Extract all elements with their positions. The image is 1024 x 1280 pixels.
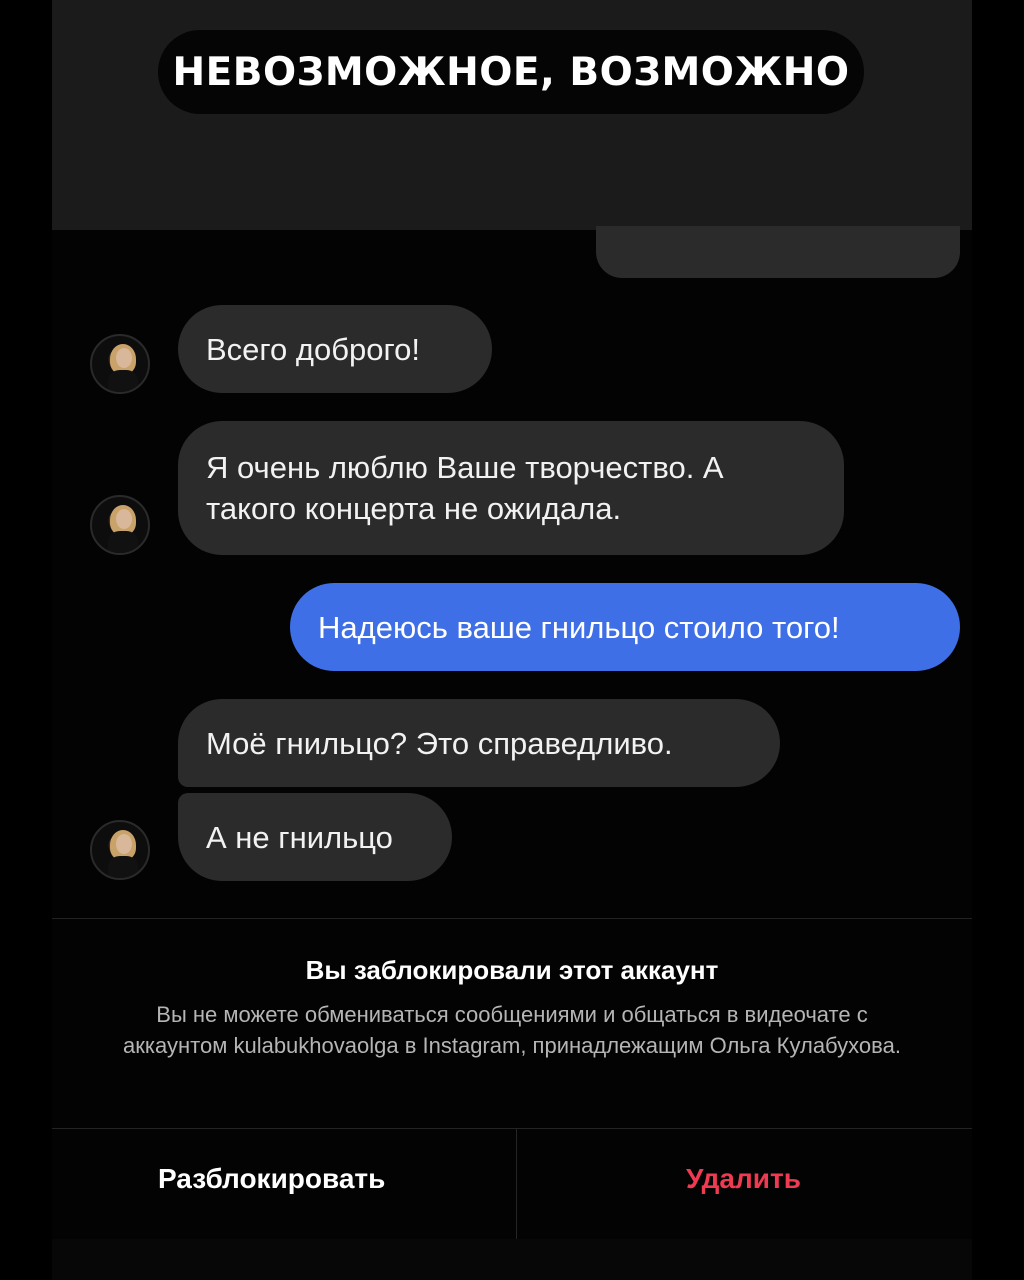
banner-title: НЕВОЗМОЖНОЕ, ВОЗМОЖНО: [158, 30, 864, 114]
contact-avatar[interactable]: [90, 334, 150, 394]
divider: [516, 1129, 517, 1239]
divider: [52, 1128, 972, 1129]
message-bubble-outgoing[interactable]: Надеюсь ваше гнильцо стоило того!: [290, 583, 960, 671]
contact-avatar[interactable]: [90, 495, 150, 555]
blocked-notice-title: Вы заблокировали этот аккаунт: [305, 955, 719, 985]
message-bubble-incoming[interactable]: Я очень люблю Ваше творчество. А такого …: [178, 421, 844, 555]
message-bubble-incoming[interactable]: Моё гнильцо? Это справедливо.: [178, 699, 780, 787]
unblock-button[interactable]: Разблокировать: [158, 1163, 385, 1195]
divider: [52, 918, 972, 919]
bottom-bar: [52, 1239, 972, 1280]
message-bubble-incoming[interactable]: Всего доброго!: [178, 305, 492, 393]
delete-button[interactable]: Удалить: [686, 1163, 801, 1195]
contact-avatar[interactable]: [90, 820, 150, 880]
blocked-notice-description: Вы не можете обмениваться сообщениями и …: [123, 1002, 901, 1058]
message-bubble-incoming[interactable]: А не гнильцо: [178, 793, 452, 881]
partial-message-bubble: [596, 226, 960, 278]
